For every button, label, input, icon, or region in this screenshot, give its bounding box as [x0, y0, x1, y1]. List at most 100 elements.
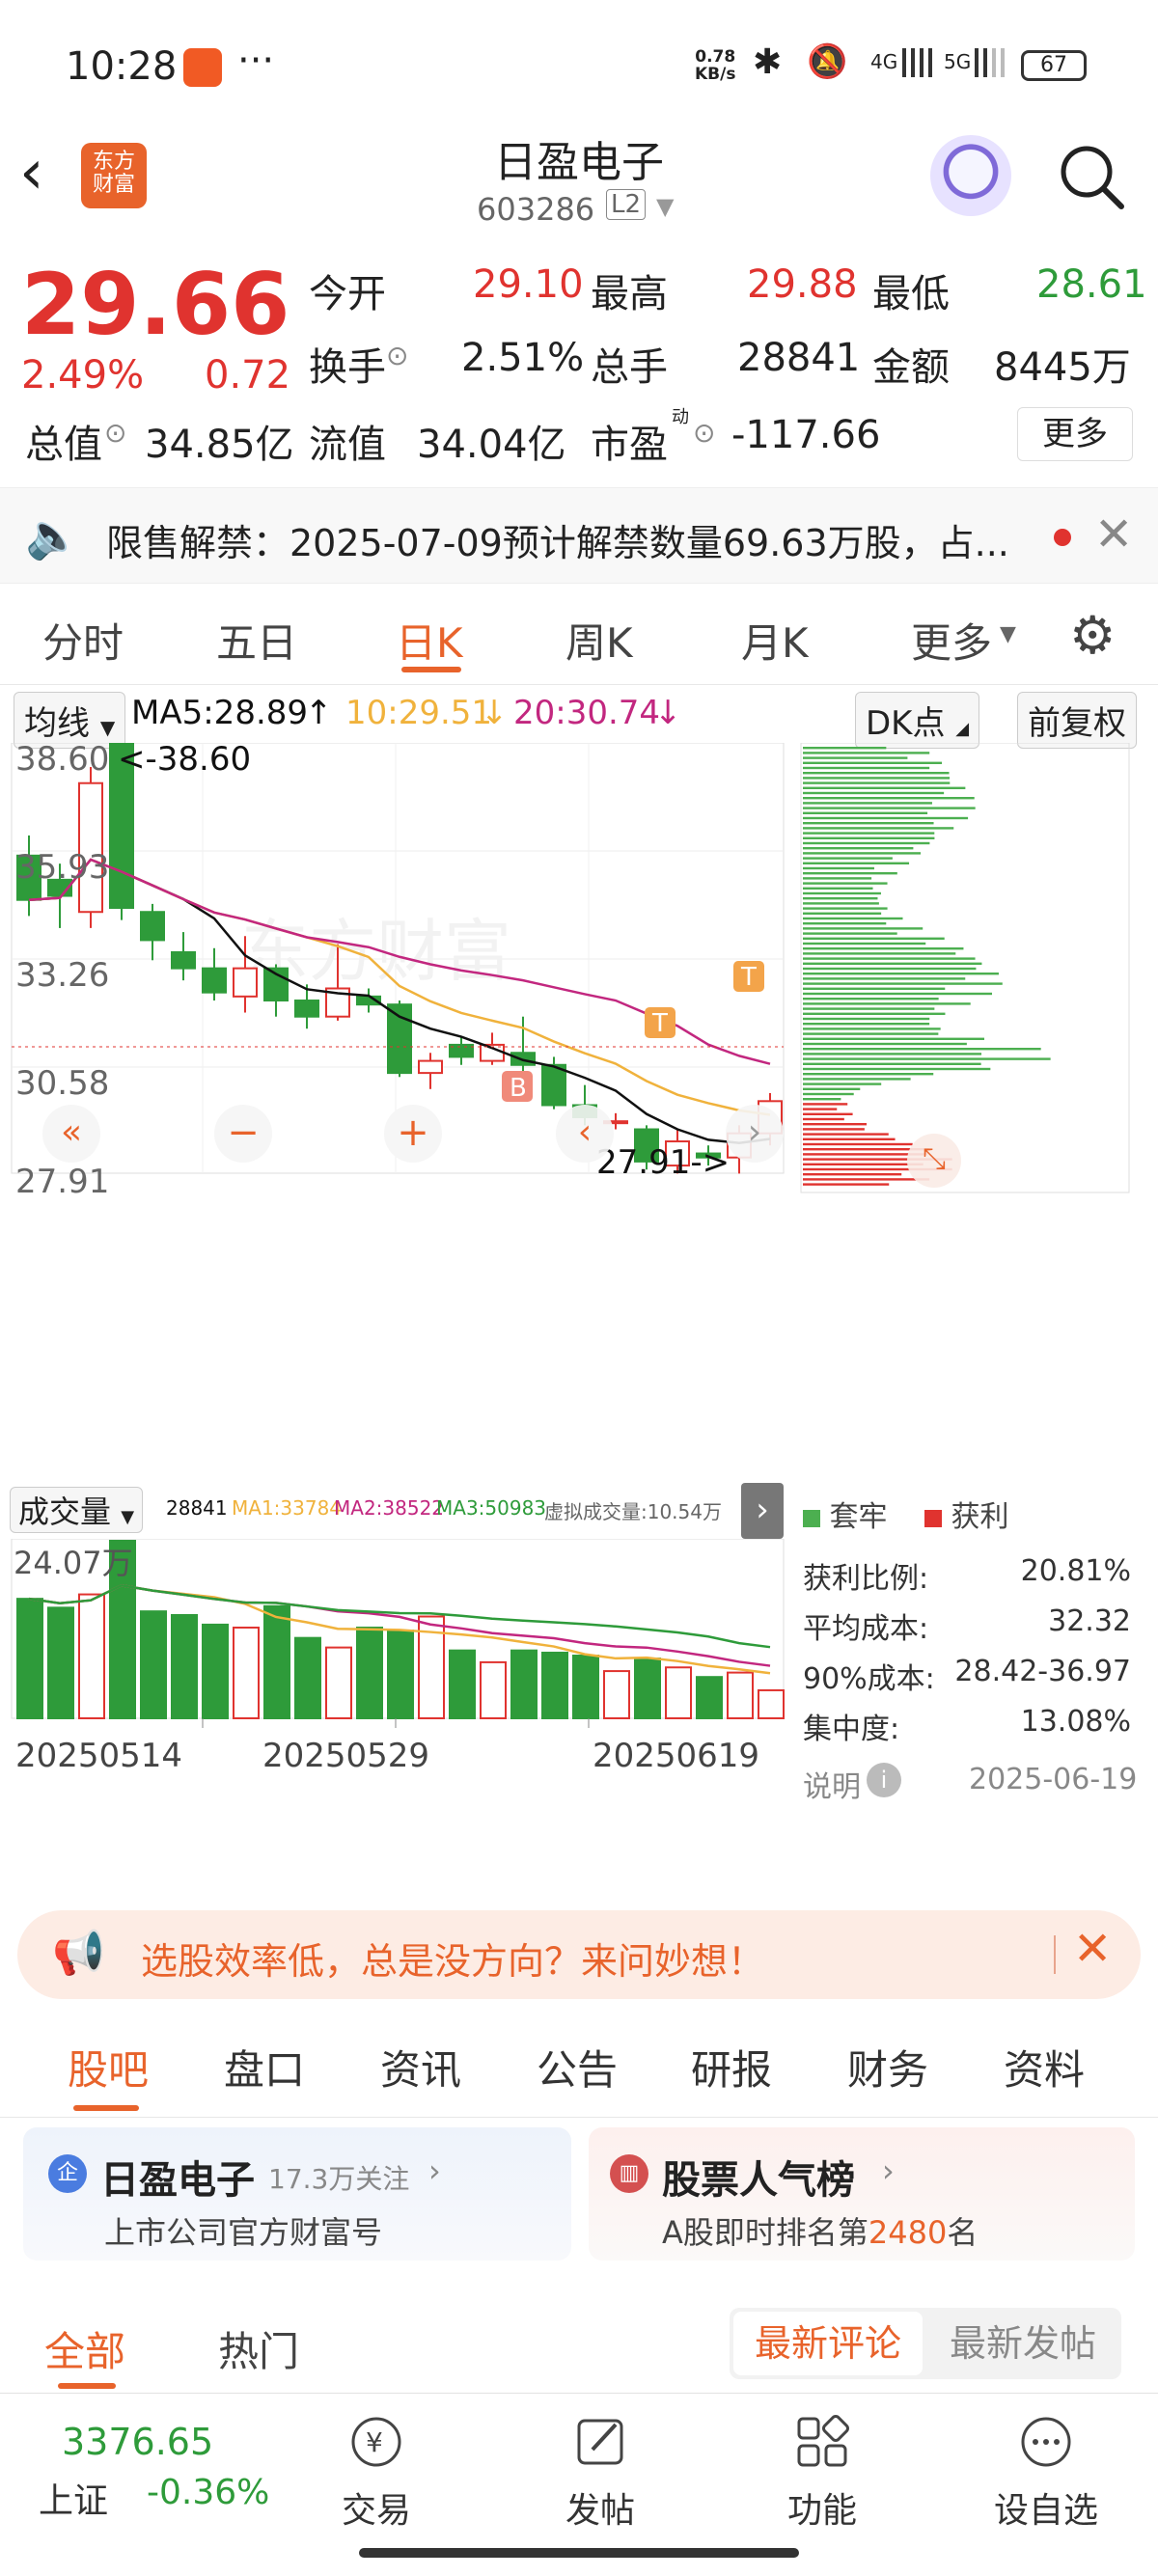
- prev-icon[interactable]: ‹: [556, 1105, 614, 1163]
- expand-right-icon[interactable]: ›: [741, 1483, 784, 1539]
- tab-intraday[interactable]: 分时: [42, 611, 124, 670]
- robot-assistant-icon[interactable]: [930, 135, 1011, 216]
- forward-adjust-button[interactable]: 前复权: [1017, 692, 1137, 749]
- notice-bar[interactable]: 🔈 限售解禁：2025-07-09预计解禁数量69.63万股，占... ✕: [0, 487, 1158, 584]
- note-label: 说明: [803, 1770, 861, 1804]
- chip-bar: [803, 998, 939, 1000]
- nav-watchlist[interactable]: 设自选: [969, 2413, 1123, 2533]
- volume-bar: [387, 1630, 414, 1719]
- chip-bar: [803, 807, 976, 809]
- more-button[interactable]: 更多: [1017, 407, 1133, 461]
- gear-icon[interactable]: ⚙: [1069, 605, 1116, 666]
- zoom-in-icon[interactable]: +: [384, 1105, 442, 1163]
- info-icon[interactable]: ⊙: [104, 417, 126, 449]
- chip-bar: [803, 761, 943, 764]
- tab-more[interactable]: 更多: [911, 611, 992, 670]
- axis-label-top: 38.60: [15, 743, 109, 779]
- note-date: 2025-06-19: [969, 1763, 1138, 1796]
- tab-monthly-k[interactable]: 月K: [741, 611, 809, 670]
- signal-bars-2-icon: [975, 48, 1007, 77]
- chip-row: 平均成本: 32.32: [803, 1604, 1131, 1646]
- chip-bar: [803, 1048, 1041, 1051]
- chip-bar: [803, 962, 982, 965]
- chart-icon: ▥: [610, 2154, 648, 2193]
- chip-bar: [803, 791, 945, 795]
- chip-bar: [803, 937, 945, 940]
- info-icon[interactable]: ⊙: [386, 340, 408, 371]
- virtual-volume: 虚拟成交量:10.54万: [544, 1500, 722, 1523]
- chip-bar: [803, 1133, 889, 1136]
- close-icon[interactable]: ✕: [1094, 507, 1133, 562]
- bluetooth-icon: ✱: [753, 42, 783, 82]
- tab-finance[interactable]: 财务: [847, 2038, 928, 2096]
- chip-bar: [803, 781, 951, 784]
- open-label: 今开: [309, 272, 386, 316]
- amount-label: 金额: [872, 345, 950, 390]
- rewind-icon[interactable]: «: [42, 1105, 100, 1163]
- nav-watchlist-label: 设自选: [993, 2491, 1098, 2531]
- company-card[interactable]: 企 日盈电子 17.3万关注 › 上市公司官方财富号: [23, 2127, 571, 2261]
- close-icon[interactable]: ✕: [1073, 1922, 1112, 1976]
- chip-bar: [803, 862, 910, 864]
- tab-announcements[interactable]: 公告: [537, 2038, 618, 2096]
- megaphone-icon: 📢: [52, 1929, 105, 1978]
- volume-bar: [665, 1666, 692, 1720]
- tab-news[interactable]: 资讯: [380, 2038, 461, 2096]
- chip-bar: [803, 1037, 985, 1040]
- nav-function[interactable]: 功能: [745, 2413, 899, 2533]
- chip-bar: [803, 777, 951, 780]
- chart-area: 均线 ▼ MA5:28.89 ↑ 10:29.51 ↓ 20:30.74 ↓ D…: [0, 680, 1158, 1896]
- chevron-right-icon: ›: [882, 2152, 895, 2189]
- tab-all[interactable]: 全部: [44, 2319, 125, 2378]
- tab-profile[interactable]: 资料: [1004, 2038, 1085, 2096]
- nav-post-label: 发帖: [565, 2491, 635, 2531]
- info-icon[interactable]: ⊙: [693, 417, 715, 449]
- nav-post[interactable]: 发帖: [523, 2413, 677, 2533]
- chip-bar: [803, 1023, 930, 1026]
- tab-daily-k[interactable]: 日K: [396, 611, 463, 670]
- max-price-label: <-38.60: [118, 743, 251, 779]
- tab-weekly-k[interactable]: 周K: [565, 611, 633, 670]
- chip-bar: [803, 841, 930, 845]
- volume-chart[interactable]: 24.07万 20250514 20250529 20250619: [0, 1539, 791, 1770]
- search-icon[interactable]: [1058, 143, 1125, 210]
- nav-trade[interactable]: ¥ 交易: [299, 2413, 454, 2533]
- ma-selector[interactable]: 均线 ▼: [14, 692, 126, 749]
- popularity-card[interactable]: ▥ 股票人气榜 › A股即时排名第2480名: [589, 2127, 1135, 2261]
- tab-pankou[interactable]: 盘口: [224, 2038, 305, 2096]
- info-icon[interactable]: i: [867, 1763, 901, 1797]
- volume-bar: [325, 1646, 352, 1719]
- chip-bar: [803, 1128, 865, 1131]
- candle: [294, 1000, 319, 1018]
- signal-5g: 5G: [944, 50, 972, 73]
- active-tab-indicator: [58, 2383, 116, 2389]
- expand-icon[interactable]: ⤡: [907, 1134, 961, 1188]
- volume-selector[interactable]: 成交量 ▼: [10, 1487, 144, 1533]
- volume-value: 28841: [737, 336, 861, 380]
- floatcap-value: 34.04亿: [417, 423, 566, 467]
- index-value[interactable]: 3376.65: [62, 2421, 213, 2463]
- min-price-label: 27.91->: [596, 1143, 730, 1182]
- tab-hot[interactable]: 热门: [218, 2319, 299, 2378]
- volume-bar: [696, 1676, 723, 1720]
- volume-bar: [480, 1660, 507, 1720]
- dk-point-button[interactable]: DK点 ◢: [855, 692, 980, 749]
- chip-bar: [803, 857, 893, 860]
- chip-bar: [803, 1078, 911, 1081]
- latest-post-button[interactable]: 最新发帖: [928, 2312, 1117, 2375]
- latest-comment-button[interactable]: 最新评论: [733, 2312, 923, 2375]
- chip-row: 集中度: 13.08%: [803, 1705, 1131, 1746]
- volume-max: 24.07万: [14, 1545, 133, 1581]
- promo-banner[interactable]: 📢 选股效率低，总是没方向？来问妙想！ ✕: [17, 1910, 1141, 1999]
- zoom-out-icon[interactable]: −: [214, 1105, 272, 1163]
- tab-5day[interactable]: 五日: [216, 611, 297, 670]
- next-icon[interactable]: ›: [726, 1105, 784, 1163]
- index-name: 上证: [39, 2481, 109, 2521]
- nav-trade-label: 交易: [341, 2491, 411, 2531]
- mktcap-label: 总值: [25, 423, 102, 467]
- level2-badge[interactable]: L2: [606, 189, 647, 220]
- tab-guba[interactable]: 股吧: [68, 2038, 149, 2096]
- last-price: 29.66: [21, 255, 290, 354]
- tab-research[interactable]: 研报: [691, 2038, 772, 2096]
- chip-bar: [803, 1012, 946, 1015]
